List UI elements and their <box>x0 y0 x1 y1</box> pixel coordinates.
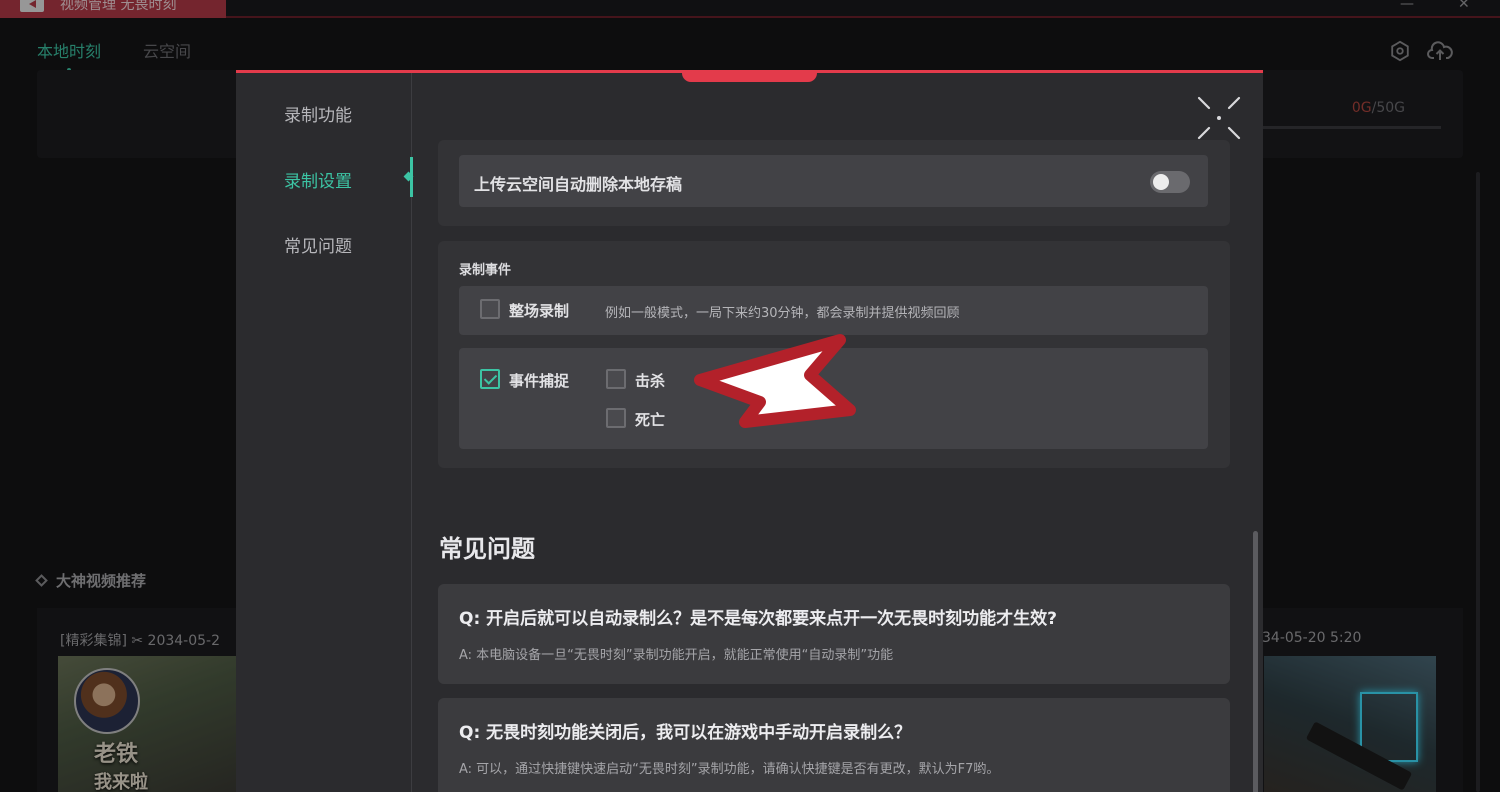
toggle-knob <box>1153 174 1169 190</box>
record-events-label: 录制事件 <box>459 263 512 278</box>
full-match-row: 整场录制 例如一般模式，一局下来约30分钟，都会录制并提供视频回顾 <box>459 286 1208 335</box>
full-match-description: 例如一般模式，一局下来约30分钟，都会录制并提供视频回顾 <box>605 306 960 321</box>
annotation-arrow-icon <box>690 330 868 434</box>
full-match-checkbox[interactable] <box>480 299 500 319</box>
sidebar-item-faq[interactable]: 常见问题 <box>284 232 352 257</box>
upload-auto-delete-toggle[interactable] <box>1150 171 1190 193</box>
upload-settings-card: 上传云空间自动删除本地存稿 <box>438 140 1230 226</box>
upload-auto-delete-row: 上传云空间自动删除本地存稿 <box>459 155 1208 207</box>
sidebar-item-record-settings[interactable]: 录制设置 <box>284 167 352 192</box>
death-event-label: 死亡 <box>635 411 666 429</box>
faq-answer: A: 本电脑设备一旦“无畏时刻”录制功能开启，就能正常使用“自动录制”功能 <box>459 648 894 663</box>
faq-question: Q: 开启后就可以自动录制么？是不是每次都要来点开一次无畏时刻功能才生效? <box>459 609 1058 629</box>
faq-item: Q: 无畏时刻功能关闭后，我可以在游戏中手动开启录制么？ A: 可以，通过快捷键… <box>438 698 1230 792</box>
faq-section-title: 常见问题 <box>439 535 535 563</box>
settings-sidebar: 录制功能 录制设置 常见问题 <box>236 73 413 792</box>
death-event-checkbox[interactable] <box>606 408 626 428</box>
full-match-label: 整场录制 <box>509 302 570 320</box>
modal-scrollbar[interactable] <box>1253 531 1258 792</box>
faq-answer: A: 可以，通过快捷键快速启动“无畏时刻”录制功能，请确认快捷键是否有更改，默认… <box>459 762 1000 777</box>
faq-item: Q: 开启后就可以自动录制么？是不是每次都要来点开一次无畏时刻功能才生效? A:… <box>438 584 1230 684</box>
sidebar-item-record-function[interactable]: 录制功能 <box>284 101 352 126</box>
kill-event-checkbox[interactable] <box>606 369 626 389</box>
kill-event-label: 击杀 <box>635 372 666 390</box>
upload-auto-delete-label: 上传云空间自动删除本地存稿 <box>474 175 683 194</box>
event-capture-checkbox[interactable] <box>480 369 500 389</box>
event-capture-label: 事件捕捉 <box>509 372 570 390</box>
faq-question: Q: 无畏时刻功能关闭后，我可以在游戏中手动开启录制么？ <box>459 723 912 743</box>
